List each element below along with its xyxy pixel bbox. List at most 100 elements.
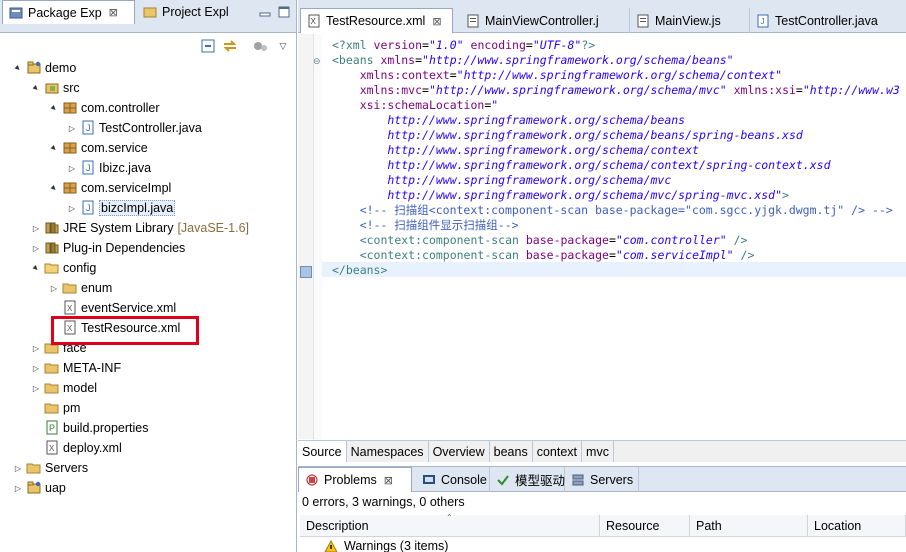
expanded-arrow-icon[interactable]: ▲ [11,61,26,76]
tree-item[interactable]: ▲ com.serviceImpl [48,178,171,198]
tree-item[interactable]: XeventService.xml [48,298,176,318]
collapsed-arrow-icon[interactable]: ▷ [30,224,42,233]
tree-item[interactable]: ▲ demo [12,58,76,78]
code-line[interactable]: http://www.springframework.org/schema/mv… [332,173,671,188]
js-file-icon [636,14,650,28]
tree-item[interactable]: pm [30,398,80,418]
close-icon[interactable]: ⊠ [109,6,118,19]
code-line[interactable]: <?xml version="1.0" encoding="UTF-8"?> [332,38,595,53]
tree-item[interactable]: ▷ Servers [12,458,88,478]
svg-text:P: P [49,423,55,433]
collapsed-arrow-icon[interactable]: ▷ [12,484,24,493]
close-icon[interactable]: ⊠ [384,474,393,487]
expanded-arrow-icon[interactable]: ▲ [47,141,62,156]
collapsed-arrow-icon[interactable]: ▷ [66,164,78,173]
tree-item[interactable]: ▷ J Ibizc.java [66,158,151,178]
tree-item[interactable]: ▷ JRE System Library [JavaSE-1.6] [30,218,249,238]
tree-item-label: Plug-in Dependencies [63,241,186,255]
code-line[interactable]: http://www.springframework.org/schema/be… [332,128,802,143]
collapse-all-icon[interactable] [200,38,216,54]
collapsed-arrow-icon[interactable]: ▷ [30,364,42,373]
tree-item[interactable]: ▷ J TestController.java [66,118,202,138]
expanded-arrow-icon[interactable]: ▲ [29,81,44,96]
tab-mainview-js[interactable]: MainView.js [630,8,750,33]
tree-item[interactable]: ▷ Plug-in Dependencies [30,238,185,258]
collapsed-arrow-icon[interactable]: ▷ [30,244,42,253]
tab-servers[interactable]: Servers [565,467,639,492]
close-icon[interactable]: ⊠ [432,15,441,28]
code-token: = [608,248,616,262]
collapsed-arrow-icon[interactable]: ▷ [12,464,24,473]
column-header-resource[interactable]: Resource [600,515,690,537]
column-header-path[interactable]: Path [690,515,808,537]
code-line[interactable]: xmlns:context="http://www.springframewor… [332,68,782,83]
link-with-editor-icon[interactable] [222,38,238,54]
fold-collapse-icon[interactable]: ⊖ [313,56,321,67]
tab-console[interactable]: Console [416,467,490,492]
expanded-arrow-icon[interactable]: ▲ [47,101,62,116]
code-line[interactable]: <beans xmlns="http://www.springframework… [332,53,734,68]
tree-item[interactable]: ▷ model [30,378,97,398]
package-icon [62,100,78,116]
package-icon [62,180,78,196]
code-token: "1.0" [428,38,464,52]
page-tab-mvc[interactable]: mvc [582,441,614,462]
page-tab-overview[interactable]: Overview [429,441,490,462]
code-line[interactable]: http://www.springframework.org/schema/mv… [332,188,789,203]
code-line[interactable]: </beans> [332,263,387,278]
maximize-icon[interactable] [278,6,290,18]
code-line[interactable]: <!-- 扫描组件显示扫描组--> [332,218,519,233]
minimize-icon[interactable] [259,8,271,18]
code-text-area[interactable]: ⊖ <?xml version="1.0" encoding="UTF-8"?>… [298,34,906,439]
code-token: xsi:schemaLocation [359,98,485,112]
expanded-arrow-icon[interactable]: ▲ [29,261,44,276]
column-header-description[interactable]: Description ⌃ [300,513,600,537]
code-line[interactable]: xsi:schemaLocation=" [332,98,499,113]
tree-item-label: Servers [45,461,89,475]
collapsed-arrow-icon[interactable]: ▷ [30,384,42,393]
table-row[interactable]: Warnings (3 items) [300,537,448,552]
page-tab-context[interactable]: context [533,441,583,462]
code-line[interactable]: <!-- 扫描组<context:component-scan base-pac… [332,203,893,218]
view-menu-gear-icon[interactable] [252,38,268,54]
tree-item[interactable]: ▲ src [30,78,80,98]
page-tab-namespaces[interactable]: Namespaces [347,441,429,462]
collapsed-arrow-icon[interactable]: ▷ [30,344,42,353]
code-line[interactable]: http://www.springframework.org/schema/co… [332,143,699,158]
package-explorer-icon [9,6,23,20]
tab-problems[interactable]: Problems ⊠ [298,467,412,492]
tab-project-explorer[interactable]: Project Expl [137,0,250,24]
page-tab-source[interactable]: Source [298,441,347,462]
collapsed-arrow-icon[interactable]: ▷ [66,124,78,133]
expanded-arrow-icon[interactable]: ▲ [47,181,62,196]
tree-item[interactable]: ▲ com.service [48,138,148,158]
tree-item[interactable]: Xdeploy.xml [30,438,122,458]
tree-item[interactable]: Pbuild.properties [30,418,148,438]
collapsed-arrow-icon[interactable]: ▷ [66,204,78,213]
tree-item[interactable]: ▷ enum [48,278,112,298]
tab-model-driven[interactable]: 模型驱动 [490,467,565,492]
column-header-location[interactable]: Location [808,515,906,537]
tree-item[interactable]: ▷ JbizcImpl.java [66,198,176,218]
tree-item[interactable]: ▲ config [30,258,96,278]
tab-testcontroller-java[interactable]: J TestController.java [750,8,906,33]
code-line[interactable]: <context:component-scan base-package="co… [332,233,748,248]
js-file-icon [466,14,480,28]
tab-package-explorer[interactable]: Package Exp ⊠ [2,0,135,24]
collapsed-arrow-icon[interactable]: ▷ [48,284,60,293]
code-token: = [415,53,423,67]
page-tab-beans[interactable]: beans [490,441,533,462]
tree-item[interactable]: ▷ uap [12,478,66,498]
tab-mainviewcontroller[interactable]: MainViewController.j [460,8,630,33]
code-line[interactable]: http://www.springframework.org/schema/be… [332,113,685,128]
view-menu-dropdown-icon[interactable]: ▽ [275,38,291,54]
tree-item[interactable]: ▷ META-INF [30,358,121,378]
code-line[interactable]: http://www.springframework.org/schema/co… [332,158,830,173]
tab-testresource-xml[interactable]: X TestResource.xml ⊠ [300,8,453,33]
code-line[interactable]: xmlns:mvc="http://www.springframework.or… [332,83,900,98]
code-line[interactable]: <context:component-scan base-package="co… [332,248,755,263]
tree-item[interactable]: ▲ com.controller [47,98,159,118]
